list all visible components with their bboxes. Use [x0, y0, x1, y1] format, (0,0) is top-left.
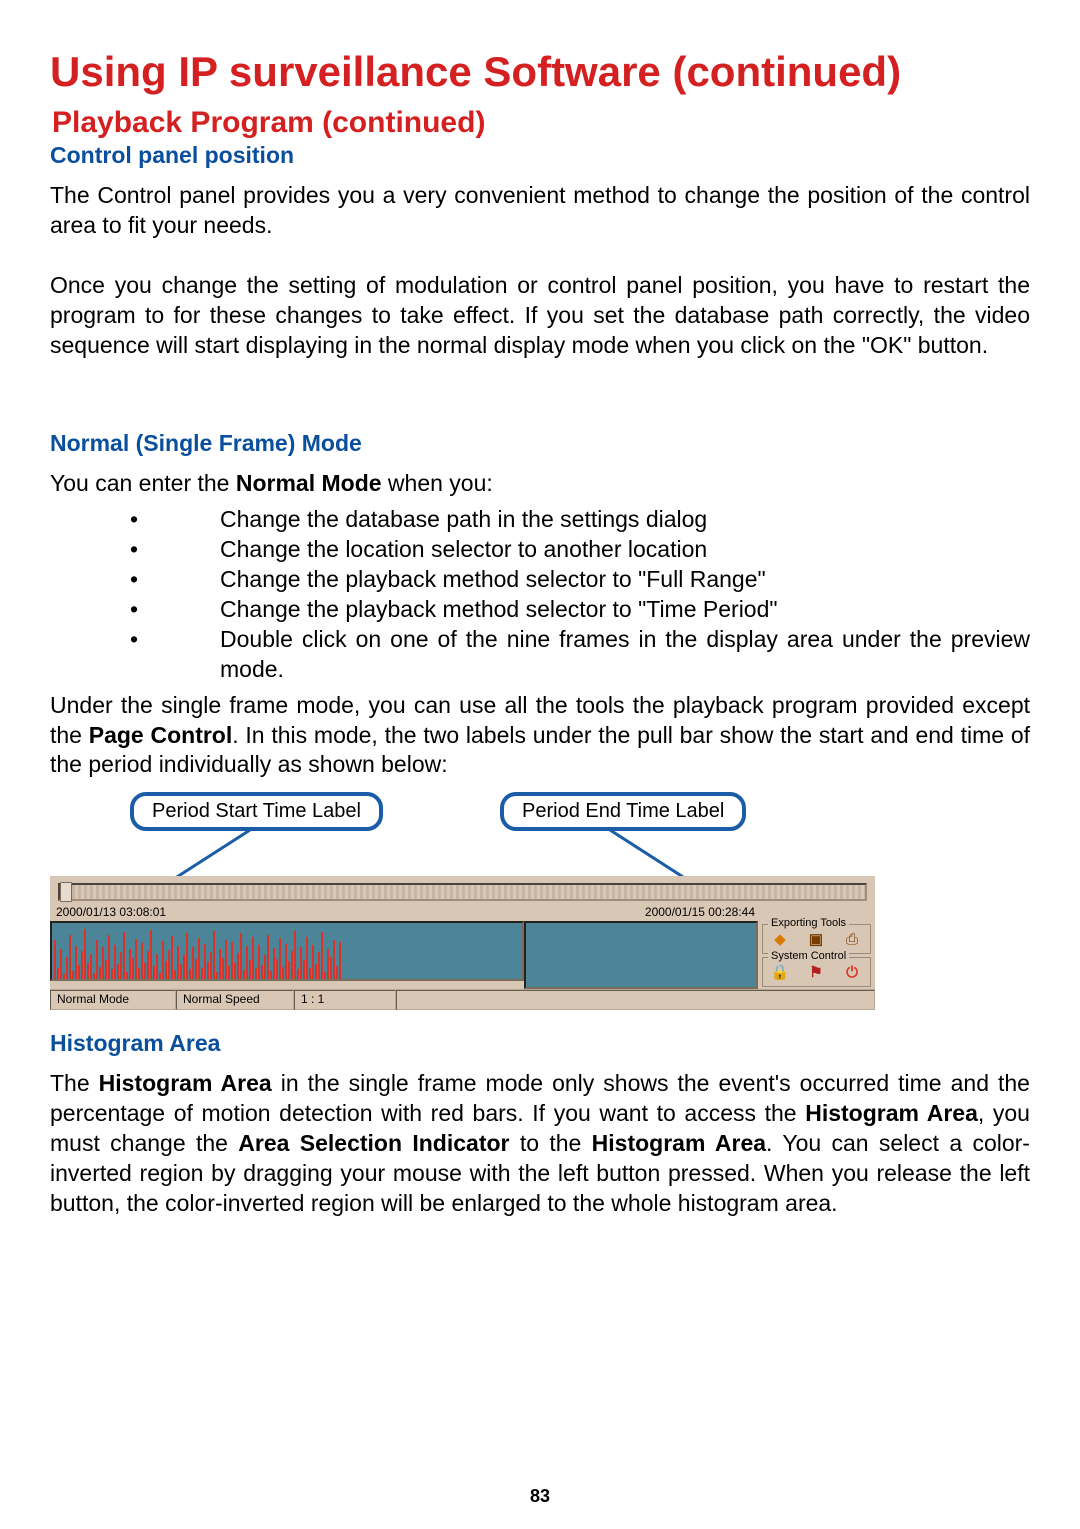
export-snapshot-icon[interactable]: ◆ [769, 928, 791, 950]
camera-icon[interactable]: ▣ [805, 928, 827, 950]
histogram-area[interactable] [50, 921, 524, 981]
power-icon[interactable]: ⏻ [841, 961, 863, 983]
list-item: Change the playback method selector to "… [50, 595, 1030, 625]
status-empty [396, 990, 875, 1010]
section-normal-mode: Normal (Single Frame) Mode [50, 430, 1030, 457]
printer-icon[interactable]: ⎙ [841, 928, 863, 950]
seek-groove[interactable] [58, 883, 867, 901]
list-item: Change the location selector to another … [50, 535, 1030, 565]
status-ratio: 1 : 1 [294, 990, 396, 1010]
bullet-list: Change the database path in the settings… [50, 505, 1030, 684]
tool-panel: Exporting Tools ◆ ▣ ⎙ System Control 🔒 [758, 921, 875, 989]
subsection-title: Playback Program (continued) [50, 106, 1030, 140]
document-page: Using IP surveillance Software (continue… [0, 0, 1080, 1529]
lock-icon[interactable]: 🔒 [769, 961, 791, 983]
list-item: Change the playback method selector to "… [50, 565, 1030, 595]
histogram-bars [52, 923, 522, 979]
callout-diagram: Period Start Time Label Period End Time … [50, 790, 1030, 1020]
seek-handle[interactable] [60, 882, 72, 902]
list-item: Change the database path in the settings… [50, 505, 1030, 535]
list-item: Double click on one of the nine frames i… [50, 625, 1030, 685]
page-title: Using IP surveillance Software (continue… [50, 48, 1030, 96]
period-end-time-label: 2000/01/15 00:28:44 [645, 905, 755, 919]
paragraph: You can enter the Normal Mode when you: [50, 469, 1030, 499]
paragraph: Under the single frame mode, you can use… [50, 691, 1030, 781]
status-mode: Normal Mode [50, 990, 176, 1010]
status-speed: Normal Speed [176, 990, 294, 1010]
status-bar: Normal Mode Normal Speed 1 : 1 [50, 989, 875, 1010]
secondary-display [524, 921, 758, 989]
seek-bar-area: 2000/01/13 03:08:01 2000/01/15 00:28:44 [50, 879, 875, 921]
paragraph: The Histogram Area in the single frame m… [50, 1069, 1030, 1218]
paragraph: Once you change the setting of modulatio… [50, 271, 1030, 361]
page-number: 83 [0, 1486, 1080, 1507]
section-control-panel-position: Control panel position [50, 142, 1030, 169]
paragraph: The Control panel provides you a very co… [50, 181, 1030, 241]
period-start-time-label: 2000/01/13 03:08:01 [56, 905, 166, 919]
playback-bar-screenshot: 2000/01/13 03:08:01 2000/01/15 00:28:44 [50, 876, 875, 1010]
section-histogram-area: Histogram Area [50, 1030, 1030, 1057]
settings-icon[interactable]: ⚑ [805, 961, 827, 983]
